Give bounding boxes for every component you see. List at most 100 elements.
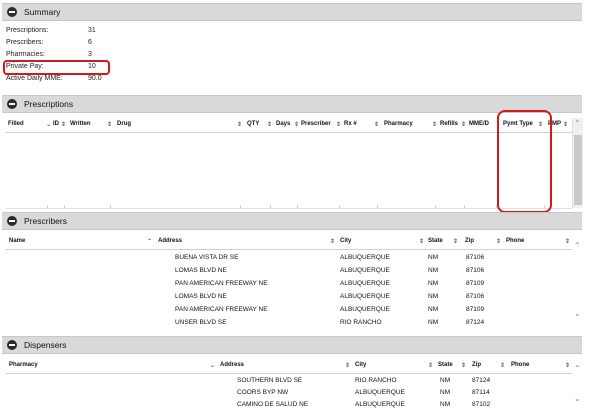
prescriptions-scrollbar[interactable]: ⌃ [572, 118, 583, 208]
col-id[interactable]: ID [53, 121, 59, 127]
col-state[interactable]: State [438, 362, 453, 368]
zip-cell: 87124 [466, 319, 485, 326]
state-cell: NM [428, 306, 439, 313]
summary-label: Pharmacies: [6, 51, 45, 58]
prescriptions-title: Prescriptions [24, 99, 74, 109]
state-cell: NM [428, 267, 439, 274]
address-cell: PAN AMERICAN FREEWAY NE [175, 280, 268, 287]
dispensers-table-header: Pharmacy ⌄ Address ⇕ City ⇕ State ⇕ Zip … [6, 359, 572, 374]
col-rx[interactable]: Rx # [344, 121, 357, 127]
col-mme[interactable]: MME/D [469, 121, 489, 127]
sort-icon[interactable]: ⇕ [496, 238, 501, 245]
zip-cell: 87114 [472, 389, 490, 396]
col-phone[interactable]: Phone [511, 362, 529, 368]
sort-icon[interactable]: ⇕ [294, 121, 299, 128]
sort-icon[interactable]: ⇕ [563, 121, 568, 128]
col-name[interactable]: Name [9, 238, 25, 244]
summary-label: Prescriptions: [6, 27, 49, 34]
sort-icon[interactable]: ⇕ [500, 362, 505, 369]
column-divider [435, 205, 436, 208]
col-zip[interactable]: Zip [465, 238, 474, 244]
zip-cell: 87109 [466, 280, 485, 287]
sort-icon[interactable]: ⇕ [107, 121, 112, 128]
sort-icon[interactable]: ⇕ [453, 238, 458, 245]
zip-cell: 87106 [466, 254, 485, 261]
sort-icon[interactable]: ⇕ [345, 362, 350, 369]
city-cell: ALBUQUERQUE [340, 280, 390, 287]
col-state[interactable]: State [428, 238, 443, 244]
col-city[interactable]: City [340, 238, 351, 244]
col-days[interactable]: Days [276, 121, 290, 127]
col-drug[interactable]: Drug [117, 121, 131, 127]
chevron-up-icon[interactable]: ⌃ [574, 119, 581, 128]
chevron-down-icon[interactable]: ⌄ [574, 309, 581, 318]
private-pay-highlight [3, 60, 110, 75]
sort-icon[interactable]: ⇕ [461, 362, 466, 369]
col-pharmacy[interactable]: Pharmacy [384, 121, 413, 127]
sort-icon[interactable]: ⇕ [419, 238, 424, 245]
col-zip[interactable]: Zip [472, 362, 481, 368]
sort-desc-icon[interactable]: ⌄ [210, 362, 215, 369]
sort-icon[interactable]: ⇕ [565, 362, 570, 369]
prescriptions-section-header[interactable]: Prescriptions [2, 95, 582, 113]
col-phone[interactable]: Phone [506, 238, 524, 244]
sort-icon[interactable]: ⇕ [61, 121, 66, 128]
prescribers-section-header[interactable]: Prescribers [2, 212, 582, 230]
col-pharmacy[interactable]: Pharmacy [9, 362, 38, 368]
dispensers-section-header[interactable]: Dispensers [2, 336, 582, 354]
sort-icon[interactable]: ⇕ [461, 121, 466, 128]
zip-cell: 87102 [472, 401, 491, 408]
collapse-icon[interactable] [7, 340, 17, 350]
summary-value: 3 [88, 51, 92, 58]
summary-value: 90.0 [88, 75, 102, 82]
col-prescriber[interactable]: Prescriber [301, 121, 331, 127]
prescribers-title: Prescribers [24, 216, 67, 226]
sort-icon[interactable]: ⇕ [565, 238, 570, 245]
sort-icon[interactable]: ⇕ [330, 238, 335, 245]
zip-cell: 87109 [466, 306, 485, 313]
summary-section-header[interactable]: Summary [2, 3, 582, 21]
dispensers-title: Dispensers [24, 340, 67, 350]
col-written[interactable]: Written [70, 121, 91, 127]
sort-icon[interactable]: ⇕ [336, 121, 341, 128]
sort-icon[interactable]: ⇕ [432, 121, 437, 128]
col-filled[interactable]: Filled [8, 121, 24, 127]
collapse-icon[interactable] [7, 7, 17, 17]
city-cell: RIO RANCHO [340, 319, 382, 326]
summary-title: Summary [24, 7, 61, 17]
sort-icon[interactable]: ⇕ [267, 121, 272, 128]
chevron-up-icon[interactable]: ⌃ [574, 364, 581, 373]
chevron-down-icon[interactable]: ⌄ [574, 394, 581, 403]
city-cell: ALBUQUERQUE [340, 293, 390, 300]
sort-desc-icon[interactable]: ⌄ [46, 121, 51, 128]
address-cell: COORS BYP NW [237, 389, 289, 396]
column-divider [339, 205, 340, 208]
address-cell: CAMINO DE SALUD NE [237, 401, 309, 408]
col-address[interactable]: Address [158, 238, 182, 244]
collapse-icon[interactable] [7, 216, 17, 226]
col-qty[interactable]: QTY [247, 121, 259, 127]
city-cell: ALBUQUERQUE [355, 401, 405, 408]
chevron-up-icon[interactable]: ⌃ [574, 241, 581, 250]
collapse-icon[interactable] [7, 99, 17, 109]
sort-icon[interactable]: ⇕ [428, 362, 433, 369]
col-city[interactable]: City [355, 362, 366, 368]
city-cell: ALBUQUERQUE [340, 254, 390, 261]
col-address[interactable]: Address [220, 362, 244, 368]
state-cell: NM [428, 319, 439, 326]
address-cell: BUENA VISTA DR SE [175, 254, 239, 261]
col-refills[interactable]: Refills [440, 121, 458, 127]
scrollbar-thumb[interactable] [574, 135, 582, 205]
sort-asc-icon[interactable]: ⌃ [147, 238, 152, 245]
address-cell: UNSER BLVD SE [175, 319, 227, 326]
city-cell: ALBUQUERQUE [340, 306, 390, 313]
sort-icon[interactable]: ⇕ [237, 121, 242, 128]
city-cell: RIO RANCHO [355, 377, 397, 384]
summary-value: 31 [88, 27, 96, 34]
state-cell: NM [428, 293, 439, 300]
summary-value: 6 [88, 39, 92, 46]
sort-icon[interactable]: ⇕ [374, 121, 379, 128]
column-divider [47, 205, 48, 208]
column-divider [297, 205, 298, 208]
address-cell: LOMAS BLVD NE [175, 293, 227, 300]
